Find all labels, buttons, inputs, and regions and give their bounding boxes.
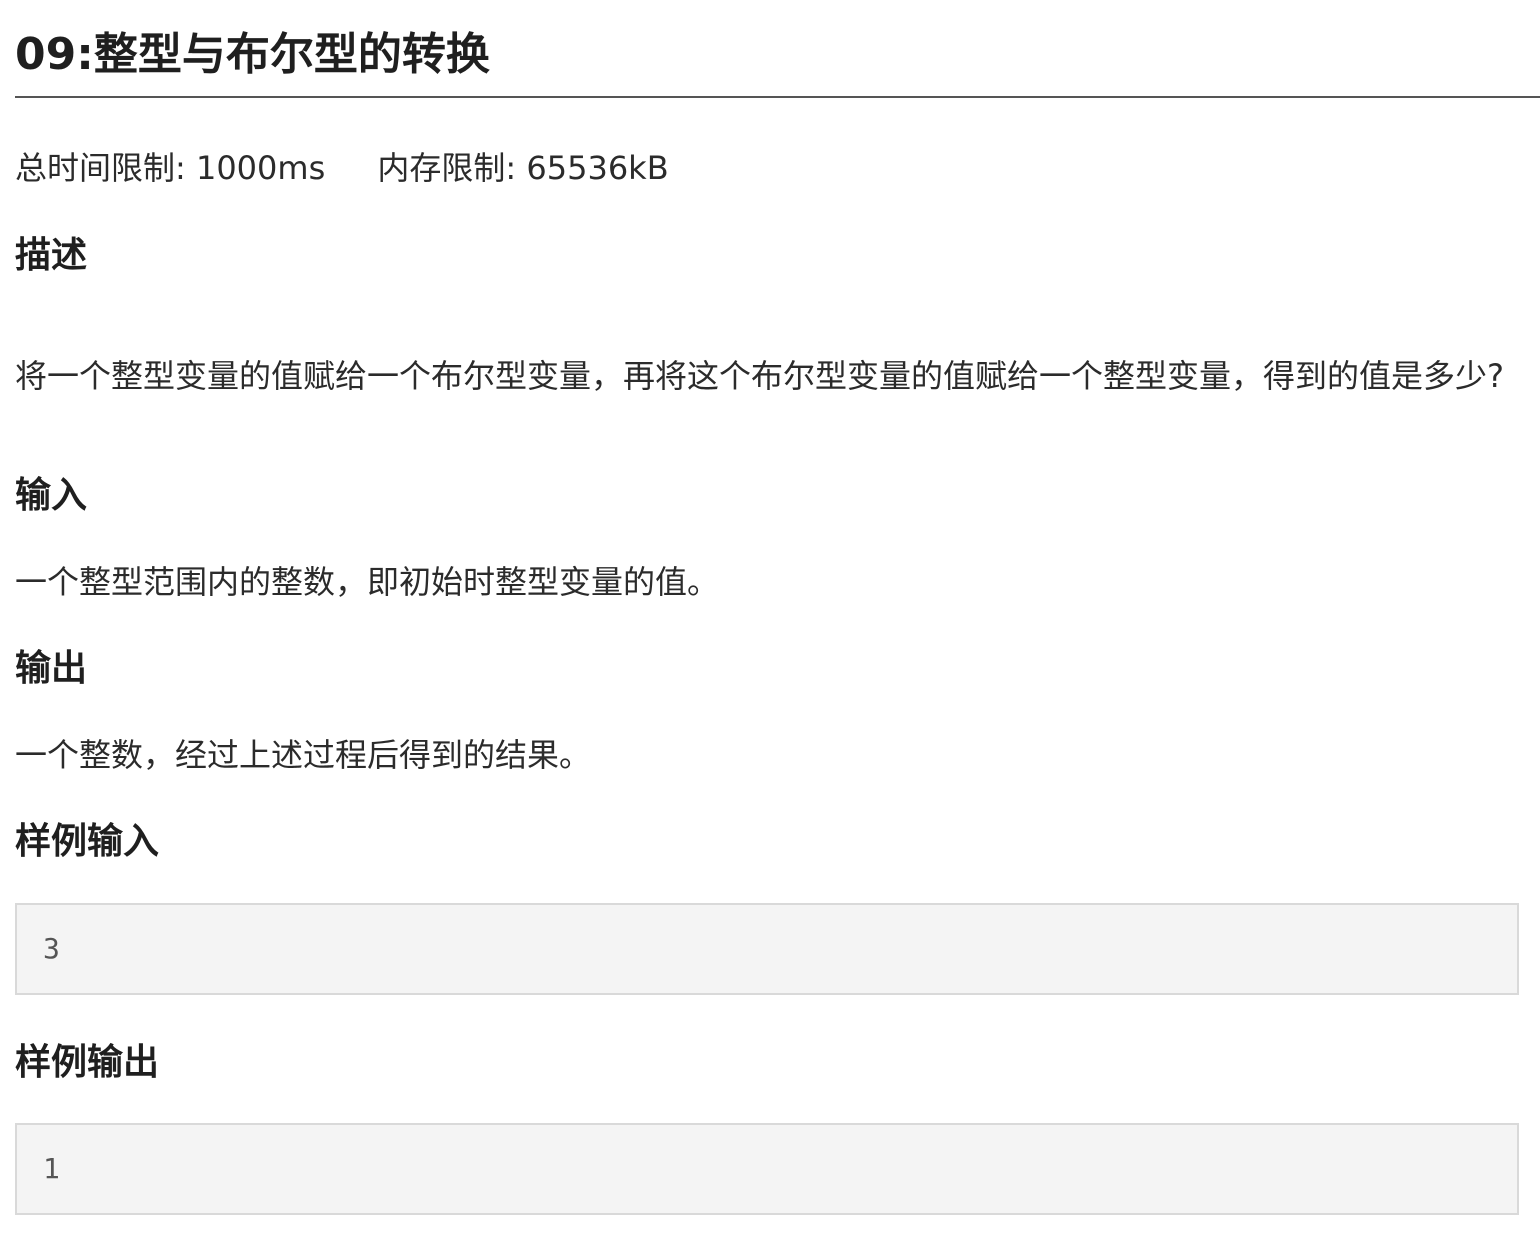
memory-limit: 内存限制: 65536kB <box>377 149 669 187</box>
input-heading: 输入 <box>15 475 88 516</box>
sample-output-box: 1 <box>15 1123 1519 1215</box>
problem-page: 09:整型与布尔型的转换 总时间限制: 1000ms 内存限制: 65536kB… <box>0 0 1540 1244</box>
description-text: 将一个整型变量的值赋给一个布尔型变量，再将这个布尔型变量的值赋给一个整型变量，得… <box>15 357 1504 395</box>
sample-output-heading: 样例输出 <box>15 1042 160 1083</box>
input-text: 一个整型范围内的整数，即初始时整型变量的值。 <box>15 563 720 601</box>
output-text: 一个整数，经过上述过程后得到的结果。 <box>15 736 592 774</box>
description-heading: 描述 <box>15 235 88 276</box>
limits-row: 总时间限制: 1000ms 内存限制: 65536kB <box>15 145 669 191</box>
sample-input-box: 3 <box>15 903 1519 995</box>
sample-input-value: 3 <box>43 932 60 965</box>
sample-output-value: 1 <box>43 1152 60 1185</box>
output-heading: 输出 <box>15 648 88 689</box>
title-divider <box>15 96 1540 98</box>
sample-input-heading: 样例输入 <box>15 821 160 862</box>
page-title: 09:整型与布尔型的转换 <box>15 29 490 80</box>
time-limit: 总时间限制: 1000ms <box>15 149 326 187</box>
